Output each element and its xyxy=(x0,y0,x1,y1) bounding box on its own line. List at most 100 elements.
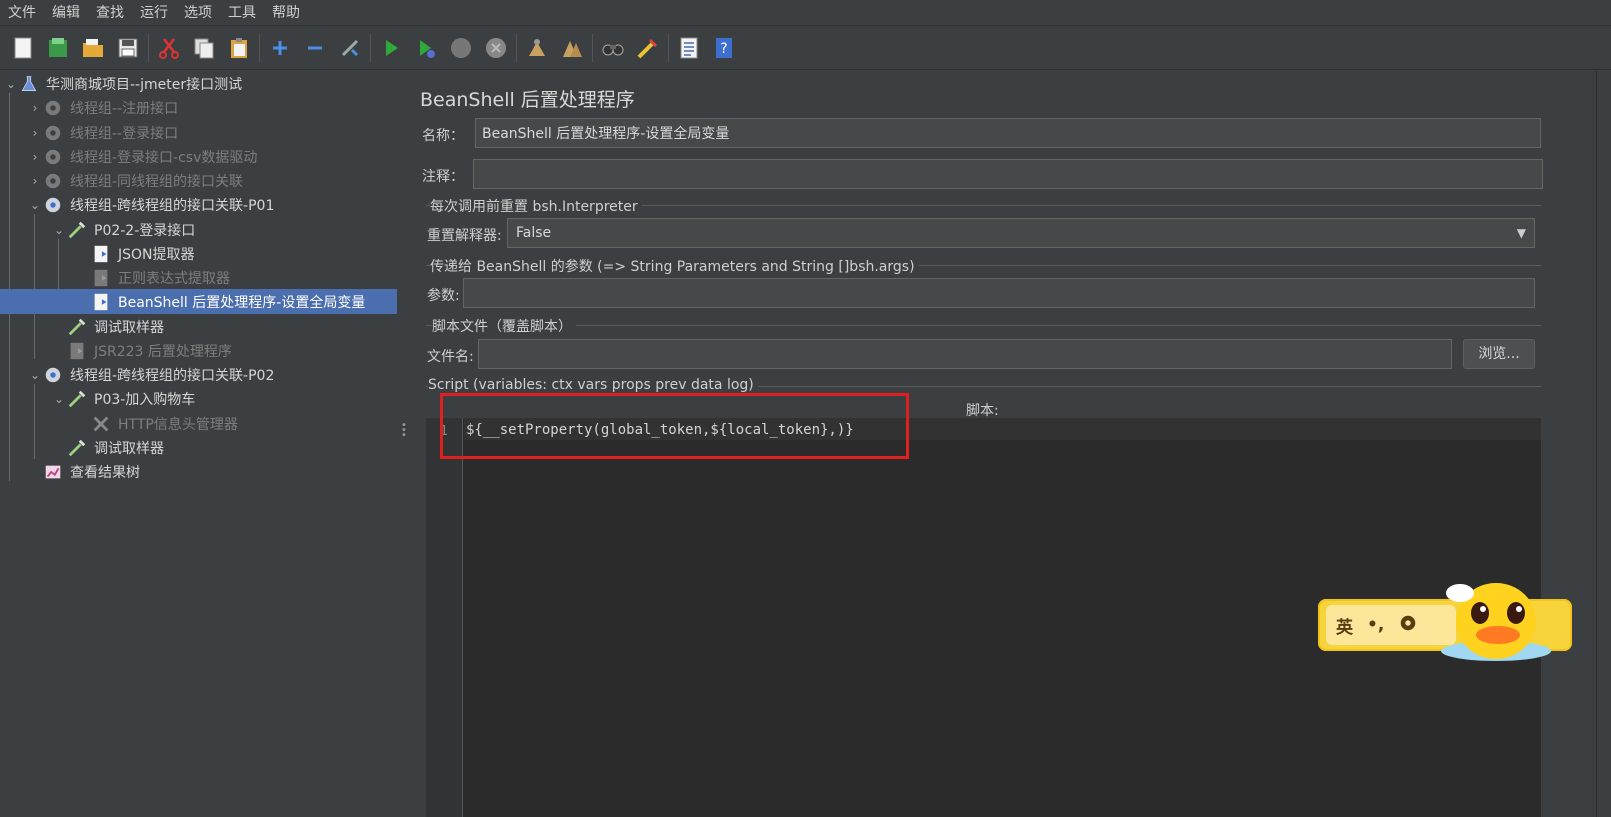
gear-icon xyxy=(42,364,64,386)
tree-item-sampler[interactable]: ⌄ P02-2-登录接口 xyxy=(0,217,406,242)
gear-icon xyxy=(42,146,64,168)
document-icon xyxy=(90,243,112,265)
params-field[interactable] xyxy=(463,278,1535,308)
menu-run[interactable]: 运行 xyxy=(132,1,176,25)
chevron-down-icon[interactable]: ⌄ xyxy=(4,77,18,91)
add-icon[interactable] xyxy=(265,33,295,63)
annotation-highlight-box xyxy=(440,393,909,459)
tree-item-thread-group[interactable]: ⌄ 线程组-跨线程组的接口关联-P01 xyxy=(0,192,406,217)
tree-item-label: 线程组-同线程组的接口关联 xyxy=(70,173,244,190)
chart-icon xyxy=(42,461,64,483)
tree-item-label: 线程组-登录接口-csv数据驱动 xyxy=(70,149,258,166)
start-no-pause-icon[interactable] xyxy=(411,33,441,63)
script-label: 脚本: xyxy=(966,403,999,419)
tree-item-thread-group[interactable]: › 线程组--注册接口 xyxy=(0,95,406,120)
save-icon[interactable] xyxy=(113,33,143,63)
toolbar-separator xyxy=(259,33,260,62)
menu-bar: 文件 编辑 查找 运行 选项 工具 帮助 xyxy=(0,0,1611,26)
chevron-down-icon[interactable]: ⌄ xyxy=(28,368,42,382)
toolbar-separator xyxy=(592,33,593,62)
toolbar-separator xyxy=(148,33,149,62)
reset-interpreter-value: False xyxy=(516,225,552,241)
reset-interpreter-select[interactable]: False ▼ xyxy=(507,218,1535,248)
chevron-right-icon[interactable]: › xyxy=(28,126,42,140)
reset-search-icon[interactable] xyxy=(633,33,663,63)
tree-item-sampler[interactable]: 调试取样器 xyxy=(0,314,406,339)
name-field[interactable] xyxy=(475,118,1541,148)
tree-item-config[interactable]: HTTP信息头管理器 xyxy=(0,411,406,436)
vertical-scrollbar[interactable] xyxy=(1596,71,1611,817)
tree-item-label: HTTP信息头管理器 xyxy=(118,416,238,433)
toolbar-separator xyxy=(516,33,517,62)
script-group-title: Script (variables: ctx vars props prev d… xyxy=(428,377,758,393)
params-group-title: 传递给 BeanShell 的参数 (=> String Parameters … xyxy=(430,256,919,276)
tree-item-beanshell-postprocessor[interactable]: BeanShell 后置处理程序-设置全局变量 xyxy=(0,289,406,314)
tree-item-label: JSR223 后置处理程序 xyxy=(94,343,232,360)
chevron-right-icon[interactable]: › xyxy=(28,101,42,115)
start-icon[interactable] xyxy=(376,33,406,63)
wrench-icon xyxy=(90,413,112,435)
clear-icon[interactable] xyxy=(522,33,552,63)
comment-field[interactable] xyxy=(473,159,1543,189)
group-divider xyxy=(426,325,1541,326)
tree-item-label: 线程组-跨线程组的接口关联-P02 xyxy=(70,367,275,384)
document-icon xyxy=(90,291,112,313)
tree-item-label: 查看结果树 xyxy=(70,464,140,481)
menu-help[interactable]: 帮助 xyxy=(264,1,308,25)
stop-icon[interactable] xyxy=(446,33,476,63)
ime-language-toggle[interactable]: 英 xyxy=(1336,613,1353,638)
gear-icon xyxy=(42,194,64,216)
params-label: 参数: xyxy=(427,288,460,304)
remove-icon[interactable] xyxy=(300,33,330,63)
reset-group-title: 每次调用前重置 bsh.Interpreter xyxy=(430,196,642,216)
tree-item-postprocessor[interactable]: JSR223 后置处理程序 xyxy=(0,338,406,363)
paste-icon[interactable] xyxy=(224,33,254,63)
chevron-down-icon[interactable]: ⌄ xyxy=(28,198,42,212)
tree-item-thread-group[interactable]: › 线程组-同线程组的接口关联 xyxy=(0,168,406,193)
function-helper-icon[interactable] xyxy=(674,33,704,63)
tree-item-thread-group[interactable]: › 线程组--登录接口 xyxy=(0,120,406,145)
chevron-right-icon[interactable]: › xyxy=(28,150,42,164)
tree-item-sampler[interactable]: 调试取样器 xyxy=(0,435,406,460)
tree-item-label: 调试取样器 xyxy=(94,319,164,336)
help-icon[interactable]: ? xyxy=(709,33,739,63)
toolbar-separator xyxy=(668,33,669,62)
templates-icon[interactable] xyxy=(43,33,73,63)
toggle-icon[interactable] xyxy=(335,33,365,63)
filename-field[interactable] xyxy=(478,339,1452,369)
chevron-down-icon[interactable]: ⌄ xyxy=(52,223,66,237)
filename-label: 文件名: xyxy=(427,349,474,365)
ime-status-widget[interactable]: 英 •, xyxy=(1318,583,1572,661)
tree-item-thread-group[interactable]: ⌄ 线程组-跨线程组的接口关联-P02 xyxy=(0,362,406,387)
clear-all-icon[interactable] xyxy=(557,33,587,63)
menu-tools[interactable]: 工具 xyxy=(220,1,264,25)
svg-text:?: ? xyxy=(720,41,727,57)
open-icon[interactable] xyxy=(78,33,108,63)
menu-options[interactable]: 选项 xyxy=(176,1,220,25)
pipette-icon xyxy=(66,437,88,459)
shutdown-icon[interactable] xyxy=(481,33,511,63)
browse-button[interactable]: 浏览... xyxy=(1463,339,1535,369)
tree-item-extractor[interactable]: JSON提取器 xyxy=(0,241,406,266)
menu-search[interactable]: 查找 xyxy=(88,1,132,25)
gear-icon[interactable] xyxy=(1398,613,1418,638)
chevron-down-icon[interactable]: ⌄ xyxy=(52,392,66,406)
tree-item-thread-group[interactable]: › 线程组-登录接口-csv数据驱动 xyxy=(0,144,406,169)
tree-item-label: 正则表达式提取器 xyxy=(118,270,230,287)
menu-edit[interactable]: 编辑 xyxy=(44,1,88,25)
new-icon[interactable] xyxy=(8,33,38,63)
search-icon[interactable] xyxy=(598,33,628,63)
split-pane-divider[interactable]: • • • xyxy=(397,71,409,817)
cut-icon[interactable] xyxy=(154,33,184,63)
copy-icon[interactable] xyxy=(189,33,219,63)
pipette-icon xyxy=(66,388,88,410)
chevron-right-icon[interactable]: › xyxy=(28,174,42,188)
menu-file[interactable]: 文件 xyxy=(0,1,44,25)
tree-root-test-plan[interactable]: ⌄ 华测商城项目--jmeter接口测试 xyxy=(0,71,406,96)
beanshell-postprocessor-panel: BeanShell 后置处理程序 名称： 注释： 每次调用前重置 bsh.Int… xyxy=(410,71,1570,817)
tree-item-extractor[interactable]: 正则表达式提取器 xyxy=(0,265,406,290)
ime-punctuation-toggle[interactable]: •, xyxy=(1367,615,1384,635)
tree-item-listener[interactable]: 查看结果树 xyxy=(0,459,406,484)
tree-item-sampler[interactable]: ⌄ P03-加入购物车 xyxy=(0,386,406,411)
gear-icon xyxy=(42,97,64,119)
